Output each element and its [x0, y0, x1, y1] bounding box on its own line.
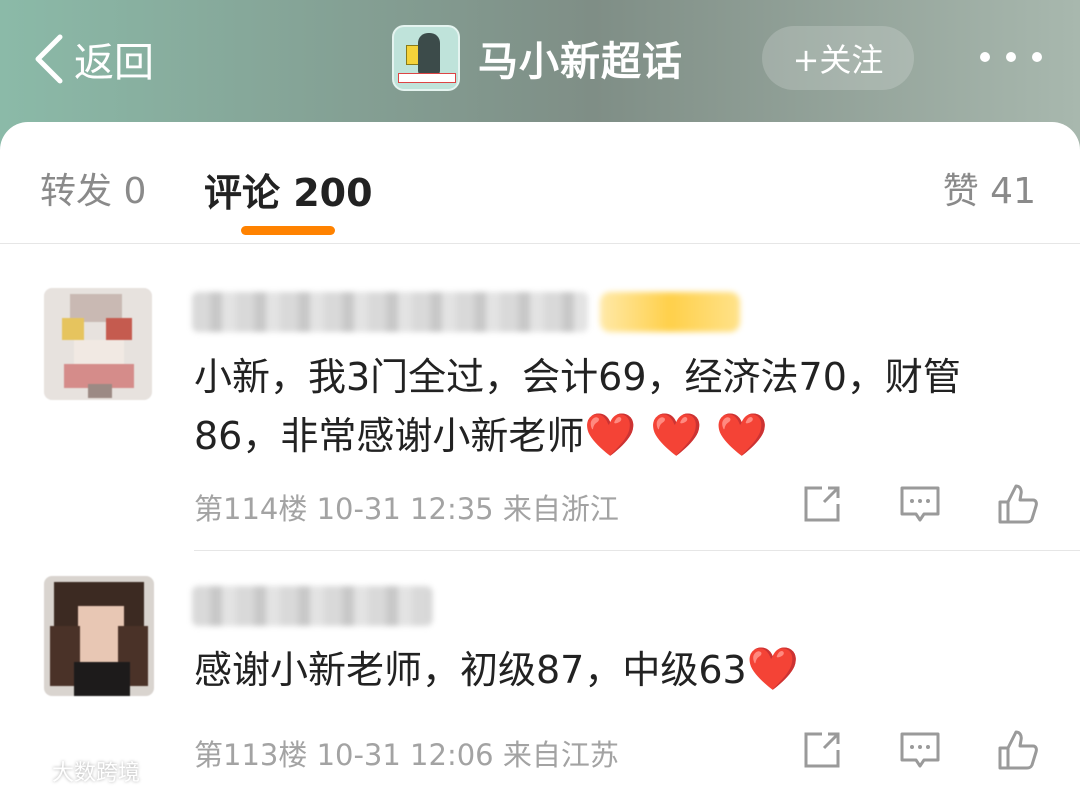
more-dot-icon: [1006, 52, 1016, 62]
follow-button[interactable]: +关注: [762, 26, 914, 90]
tab-reposts[interactable]: 转发 0: [40, 162, 146, 214]
avatar[interactable]: [44, 288, 152, 400]
topic-header[interactable]: 马小新超话: [392, 25, 683, 91]
comment-icon[interactable]: [898, 482, 942, 526]
topic-thumbnail: [392, 25, 460, 91]
chevron-left-icon: [35, 34, 63, 84]
comment-meta: 第113楼 10-31 12:06 来自江苏: [194, 738, 619, 772]
username-blurred[interactable]: [192, 292, 588, 332]
heart-emoji: ❤️: [746, 644, 800, 693]
more-dot-icon: [980, 52, 990, 62]
avatar[interactable]: [44, 576, 154, 696]
watermark: 大数跨境: [8, 755, 140, 787]
heart-emoji: ❤️ ❤️ ❤️: [584, 410, 768, 459]
comment-body: 小新，我3门全过，会计69，经济法70，财管86，非常感谢小新老师: [194, 355, 961, 458]
more-options-button[interactable]: [980, 52, 1042, 62]
back-button[interactable]: 返回: [30, 30, 154, 88]
comment-text: 感谢小新老师，初级87，中级63❤️: [194, 640, 1040, 699]
comment-actions: [800, 728, 1040, 772]
comment-text: 小新，我3门全过，会计69，经济法70，财管86，非常感谢小新老师❤️ ❤️ ❤…: [194, 348, 1040, 465]
repost-icon[interactable]: [800, 728, 844, 772]
comments-panel: 转发 0 评论 200 赞 41 小新，我3门全过，会计69，经济法70，财管8…: [0, 122, 1080, 793]
like-icon[interactable]: [996, 482, 1040, 526]
tab-bar: 转发 0 评论 200 赞 41: [0, 122, 1080, 244]
top-bar: 返回 马小新超话 +关注: [0, 0, 1080, 122]
repost-icon[interactable]: [800, 482, 844, 526]
user-badge-blurred: [600, 292, 740, 332]
watermark-text: 大数跨境: [52, 761, 141, 786]
like-icon[interactable]: [996, 728, 1040, 772]
back-label: 返回: [74, 40, 154, 86]
watermark-logo-icon: [8, 759, 46, 783]
more-dot-icon: [1032, 52, 1042, 62]
comment-icon[interactable]: [898, 728, 942, 772]
comment-actions: [800, 482, 1040, 526]
divider: [194, 550, 1080, 551]
tab-comments[interactable]: 评论 200: [204, 162, 373, 217]
active-tab-indicator: [241, 226, 335, 235]
username-blurred[interactable]: [192, 586, 432, 626]
tab-likes[interactable]: 赞 41: [943, 162, 1036, 214]
topic-name: 马小新超话: [478, 39, 683, 85]
comment-meta: 第114楼 10-31 12:35 来自浙江: [194, 492, 619, 526]
comment-body: 感谢小新老师，初级87，中级63: [194, 648, 747, 692]
